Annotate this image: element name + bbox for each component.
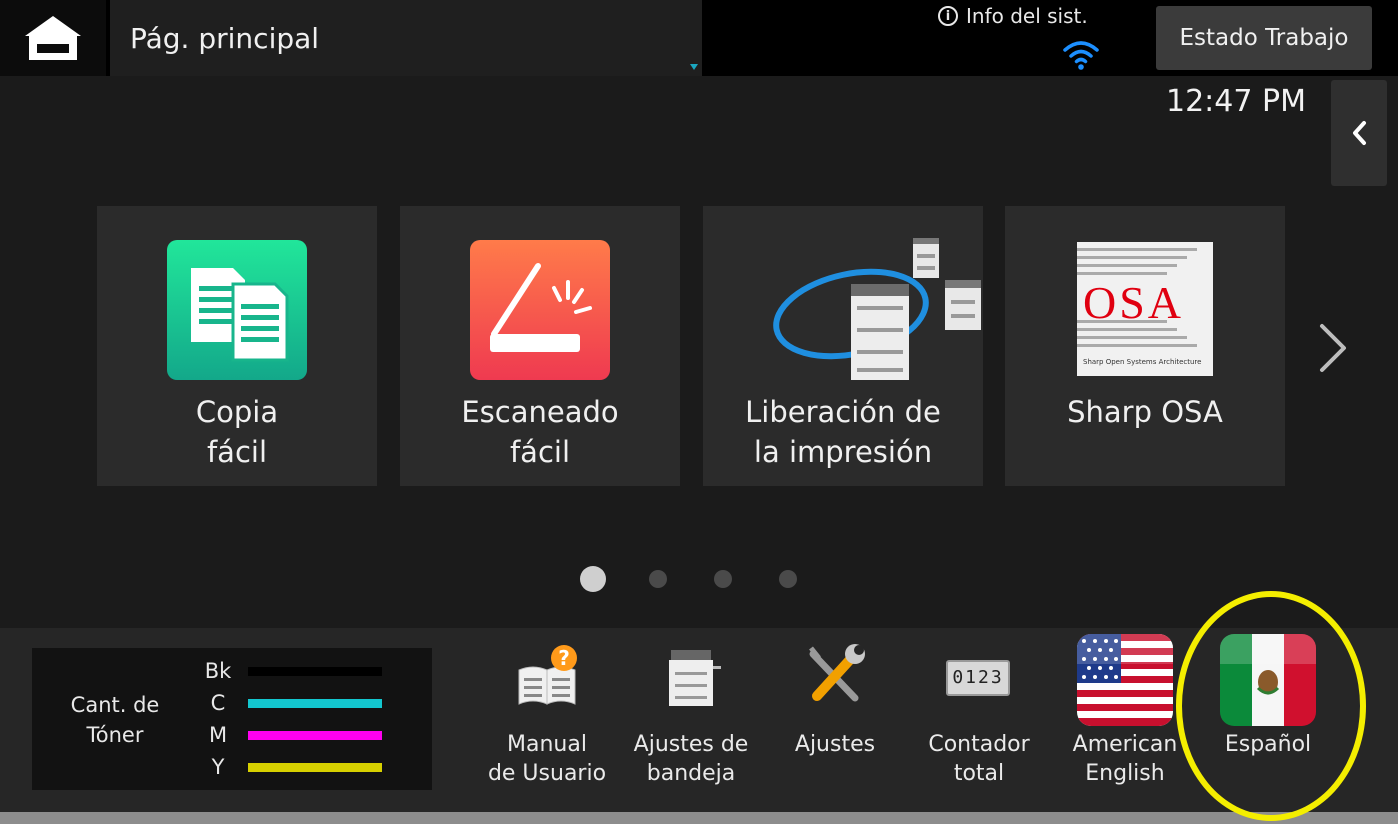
osa-logo-tagline: Sharp Open Systems Architecture [1083,358,1202,366]
app-label: Sharp OSA [1067,395,1223,429]
settings-button[interactable]: Ajustes [772,640,898,800]
system-info-button[interactable]: i Info del sist. [938,4,1088,28]
toner-bar-magenta [248,730,382,740]
copy-icon [167,240,307,380]
counter-digits: 0123 [952,667,1004,688]
toner-bar-black [248,666,382,676]
print-release-icon [773,238,981,380]
settings-tools-icon [809,644,865,702]
page-dot[interactable] [649,570,667,588]
toner-label: M [208,723,228,747]
tool-label: Ajustes de bandeja [633,732,749,786]
page-title-selector[interactable]: Pág. principal [110,0,702,76]
total-counter-button[interactable]: 0123 Contador total [916,640,1042,800]
toner-row-cyan: C [200,689,382,717]
osa-logo-text: OSA [1083,277,1185,328]
page-dot-active[interactable] [580,566,606,592]
language-american-english[interactable] [1077,634,1173,726]
language-espanol[interactable] [1220,634,1316,726]
toner-label: Bk [204,659,232,683]
system-info-label: Info del sist. [966,4,1088,28]
language-label: American English [1072,732,1178,786]
mexico-flag-icon [1220,634,1316,726]
tool-label: Ajustes [794,732,876,757]
app-label: Copia fácil [195,395,279,469]
page-title: Pág. principal [130,22,320,55]
tray-settings-icon [669,650,721,706]
toner-title: Cant. de Tóner [70,693,160,747]
clock: 12:47 PM [1166,84,1306,119]
app-easy-scan[interactable]: Escaneado fácil [400,206,680,486]
info-icon: i [938,6,958,26]
job-status-button[interactable]: Estado Trabajo [1156,6,1372,70]
toner-status[interactable]: Cant. de Tóner Bk C M Y [32,648,432,790]
toner-bar-cyan [248,698,382,708]
toner-row-black: Bk [200,657,382,685]
toner-label: C [210,691,226,715]
toner-row-magenta: M [200,721,382,749]
app-easy-copy[interactable]: Copia fácil [97,206,377,486]
tray-settings-button[interactable]: Ajustes de bandeja [628,640,754,800]
app-label: Liberación de la impresión [745,395,941,469]
user-manual-icon: ? [518,645,577,705]
chevron-left-icon [1353,121,1366,145]
dropdown-indicator-icon [690,64,698,70]
side-panel-toggle[interactable] [1331,80,1387,186]
toner-label: Y [211,755,225,779]
page-dot[interactable] [779,570,797,588]
home-button[interactable] [0,0,106,76]
scanner-icon [470,240,610,380]
toner-row-yellow: Y [200,753,382,781]
app-print-release[interactable]: Liberación de la impresión [703,206,983,486]
wifi-icon [1063,41,1099,70]
app-sharp-osa[interactable]: OSA Sharp Open Systems Architecture Shar… [1005,206,1285,486]
language-label: Español [1224,732,1312,757]
bottom-edge [0,812,1398,824]
toner-bar-yellow [248,762,382,772]
user-manual-button[interactable]: ? Manual de Usuario [484,640,610,800]
counter-icon: 0123 [946,660,1010,696]
page-indicator [580,566,844,592]
tool-label: Manual de Usuario [487,732,607,786]
svg-text:?: ? [558,646,570,670]
next-page-arrow-icon[interactable] [1312,320,1352,376]
osa-logo: OSA Sharp Open Systems Architecture [1077,242,1213,376]
page-dot[interactable] [714,570,732,588]
app-label: Escaneado fácil [461,395,619,469]
us-flag-icon [1077,634,1173,726]
tool-label: Contador total [928,732,1030,786]
home-icon [25,16,81,60]
